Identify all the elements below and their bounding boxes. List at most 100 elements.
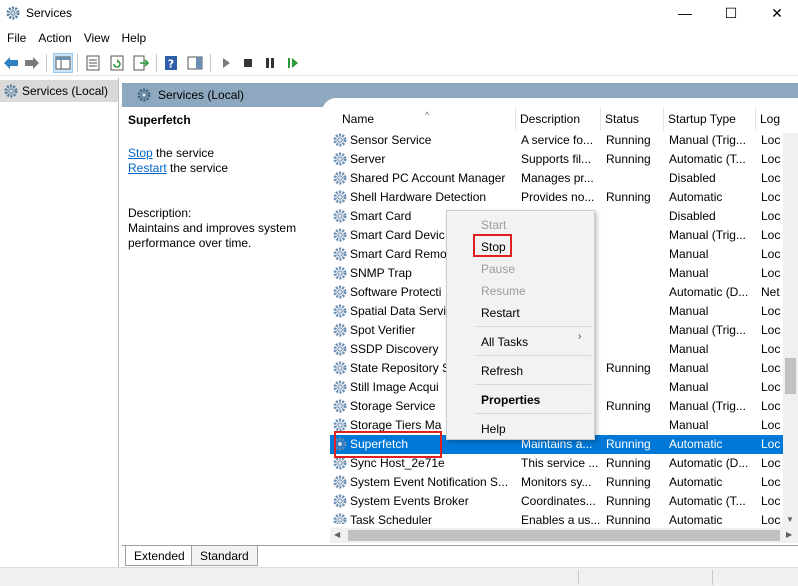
service-status: Running <box>606 133 651 147</box>
toolbar-separator <box>210 54 211 72</box>
service-row[interactable]: Shared PC Account Manager Manages pr... Di… <box>330 169 798 188</box>
ctx-all-tasks[interactable]: All Tasks <box>481 334 528 350</box>
service-description: Supports fil... <box>521 152 592 166</box>
ctx-resume[interactable]: Resume <box>481 283 526 299</box>
minimize-button[interactable]: — <box>662 0 708 26</box>
service-startup-type: Manual <box>669 380 709 394</box>
properties-button[interactable] <box>83 53 103 73</box>
service-name: Server <box>350 152 386 166</box>
service-gear-icon <box>333 304 347 318</box>
back-button[interactable] <box>1 53 21 73</box>
ctx-refresh[interactable]: Refresh <box>481 363 523 379</box>
restart-service-link[interactable]: Restart <box>128 161 167 175</box>
service-gear-icon <box>333 399 347 413</box>
column-header-name[interactable]: Name ^ <box>330 107 516 131</box>
help-button[interactable]: ? <box>161 53 181 73</box>
stop-service-link[interactable]: Stop <box>128 146 153 160</box>
service-name: Shared PC Account Manager <box>350 171 506 185</box>
service-description: Enables a us... <box>521 513 601 524</box>
status-bar <box>0 567 798 586</box>
service-action-links: Stop the service Restart the service <box>128 146 228 176</box>
ctx-restart[interactable]: Restart <box>481 305 520 321</box>
service-startup-type: Manual (Trig... <box>669 228 746 242</box>
service-row[interactable]: Server Supports fil... Running Automatic (T… <box>330 150 798 169</box>
refresh-button[interactable] <box>107 53 127 73</box>
service-description: Monitors sy... <box>521 475 592 489</box>
stop-service-button[interactable] <box>238 53 258 73</box>
service-startup-type: Disabled <box>669 171 716 185</box>
pause-service-button[interactable] <box>260 53 280 73</box>
horizontal-scroll-thumb[interactable] <box>348 530 780 541</box>
ctx-separator <box>475 384 591 385</box>
service-name: Shell Hardware Detection <box>350 190 487 204</box>
show-hide-pane-button[interactable] <box>185 53 205 73</box>
service-startup-type: Automatic <box>669 475 723 489</box>
show-hide-pane-icon <box>187 56 203 70</box>
service-row[interactable]: Task Scheduler Enables a us... Running Auto… <box>330 511 798 524</box>
stop-service-icon <box>244 59 252 67</box>
menu-file[interactable]: File <box>2 27 31 49</box>
ctx-pause[interactable]: Pause <box>481 261 515 277</box>
service-status <box>606 283 666 302</box>
menu-action[interactable]: Action <box>33 27 76 49</box>
maximize-button[interactable]: ☐ <box>708 0 754 26</box>
column-header-log-on-as[interactable]: Log <box>756 107 798 131</box>
forward-button[interactable] <box>22 53 42 73</box>
service-startup-type: Manual (Trig... <box>669 133 746 147</box>
ctx-help[interactable]: Help <box>481 421 506 437</box>
service-gear-icon <box>333 247 347 261</box>
export-list-button[interactable] <box>131 53 151 73</box>
ctx-properties[interactable]: Properties <box>481 392 540 408</box>
toolbar-separator <box>46 54 47 72</box>
column-header-startup-type[interactable]: Startup Type <box>664 107 756 131</box>
service-gear-icon <box>333 285 347 299</box>
service-startup-type: Manual <box>669 304 709 318</box>
menu-help[interactable]: Help <box>117 27 152 49</box>
tree-item-services-local[interactable]: Services (Local) <box>0 80 118 102</box>
service-row[interactable]: Shell Hardware Detection Provides no... Ru… <box>330 188 798 207</box>
service-gear-icon <box>333 361 347 375</box>
menu-view[interactable]: View <box>79 27 115 49</box>
service-row[interactable]: System Event Notification S... Monitors s… <box>330 473 798 492</box>
console-tree-pane: Services (Local) <box>0 78 119 572</box>
close-button[interactable]: ✕ <box>754 0 798 26</box>
restart-service-button[interactable] <box>283 53 303 73</box>
show-tree-button[interactable] <box>53 53 73 73</box>
vertical-scroll-thumb[interactable] <box>785 358 796 394</box>
menu-bar: File Action View Help <box>0 27 798 49</box>
column-header-status[interactable]: Status <box>601 107 664 131</box>
tab-standard[interactable]: Standard <box>191 546 258 566</box>
start-service-button[interactable] <box>216 53 236 73</box>
tab-extended[interactable]: Extended <box>125 546 194 566</box>
ctx-start[interactable]: Start <box>481 217 506 233</box>
scroll-right-arrow-icon[interactable]: ▶ <box>786 530 792 539</box>
service-name: Task Scheduler <box>350 513 433 524</box>
service-status: Running <box>606 152 651 166</box>
forward-arrow-icon <box>25 57 39 69</box>
service-status: Running <box>606 456 651 470</box>
service-row[interactable]: System Events Broker Coordinates... Runnin… <box>330 492 798 511</box>
service-status: Running <box>606 437 651 451</box>
service-row[interactable]: Sensor Service A service fo... Running Manu… <box>330 131 798 150</box>
service-gear-icon <box>333 380 347 394</box>
column-header-description[interactable]: Description <box>516 107 601 131</box>
service-gear-icon <box>333 266 347 280</box>
pane-header-title: Services (Local) <box>158 88 245 102</box>
submenu-arrow-icon: › <box>578 331 582 342</box>
horizontal-scrollbar[interactable]: ◀ ▶ <box>330 528 798 543</box>
service-detail-panel: Superfetch Stop the service Restart the … <box>122 107 330 547</box>
service-gear-icon <box>333 190 347 204</box>
description-label: Description: <box>128 206 192 220</box>
ctx-separator <box>475 355 591 356</box>
service-startup-type: Manual <box>669 247 709 261</box>
stop-link-suffix: the service <box>152 146 215 160</box>
scroll-left-arrow-icon[interactable]: ◀ <box>334 530 340 539</box>
service-description: A service fo... <box>521 133 594 147</box>
services-gear-icon <box>4 84 18 98</box>
scroll-down-arrow-icon[interactable]: ▼ <box>786 515 794 524</box>
service-description: Manages pr... <box>521 171 594 185</box>
pane-header: Services (Local) <box>122 83 798 112</box>
service-status: Running <box>606 190 651 204</box>
view-tabs: Extended Standard <box>122 545 798 567</box>
vertical-scrollbar[interactable]: ▼ <box>783 133 798 529</box>
